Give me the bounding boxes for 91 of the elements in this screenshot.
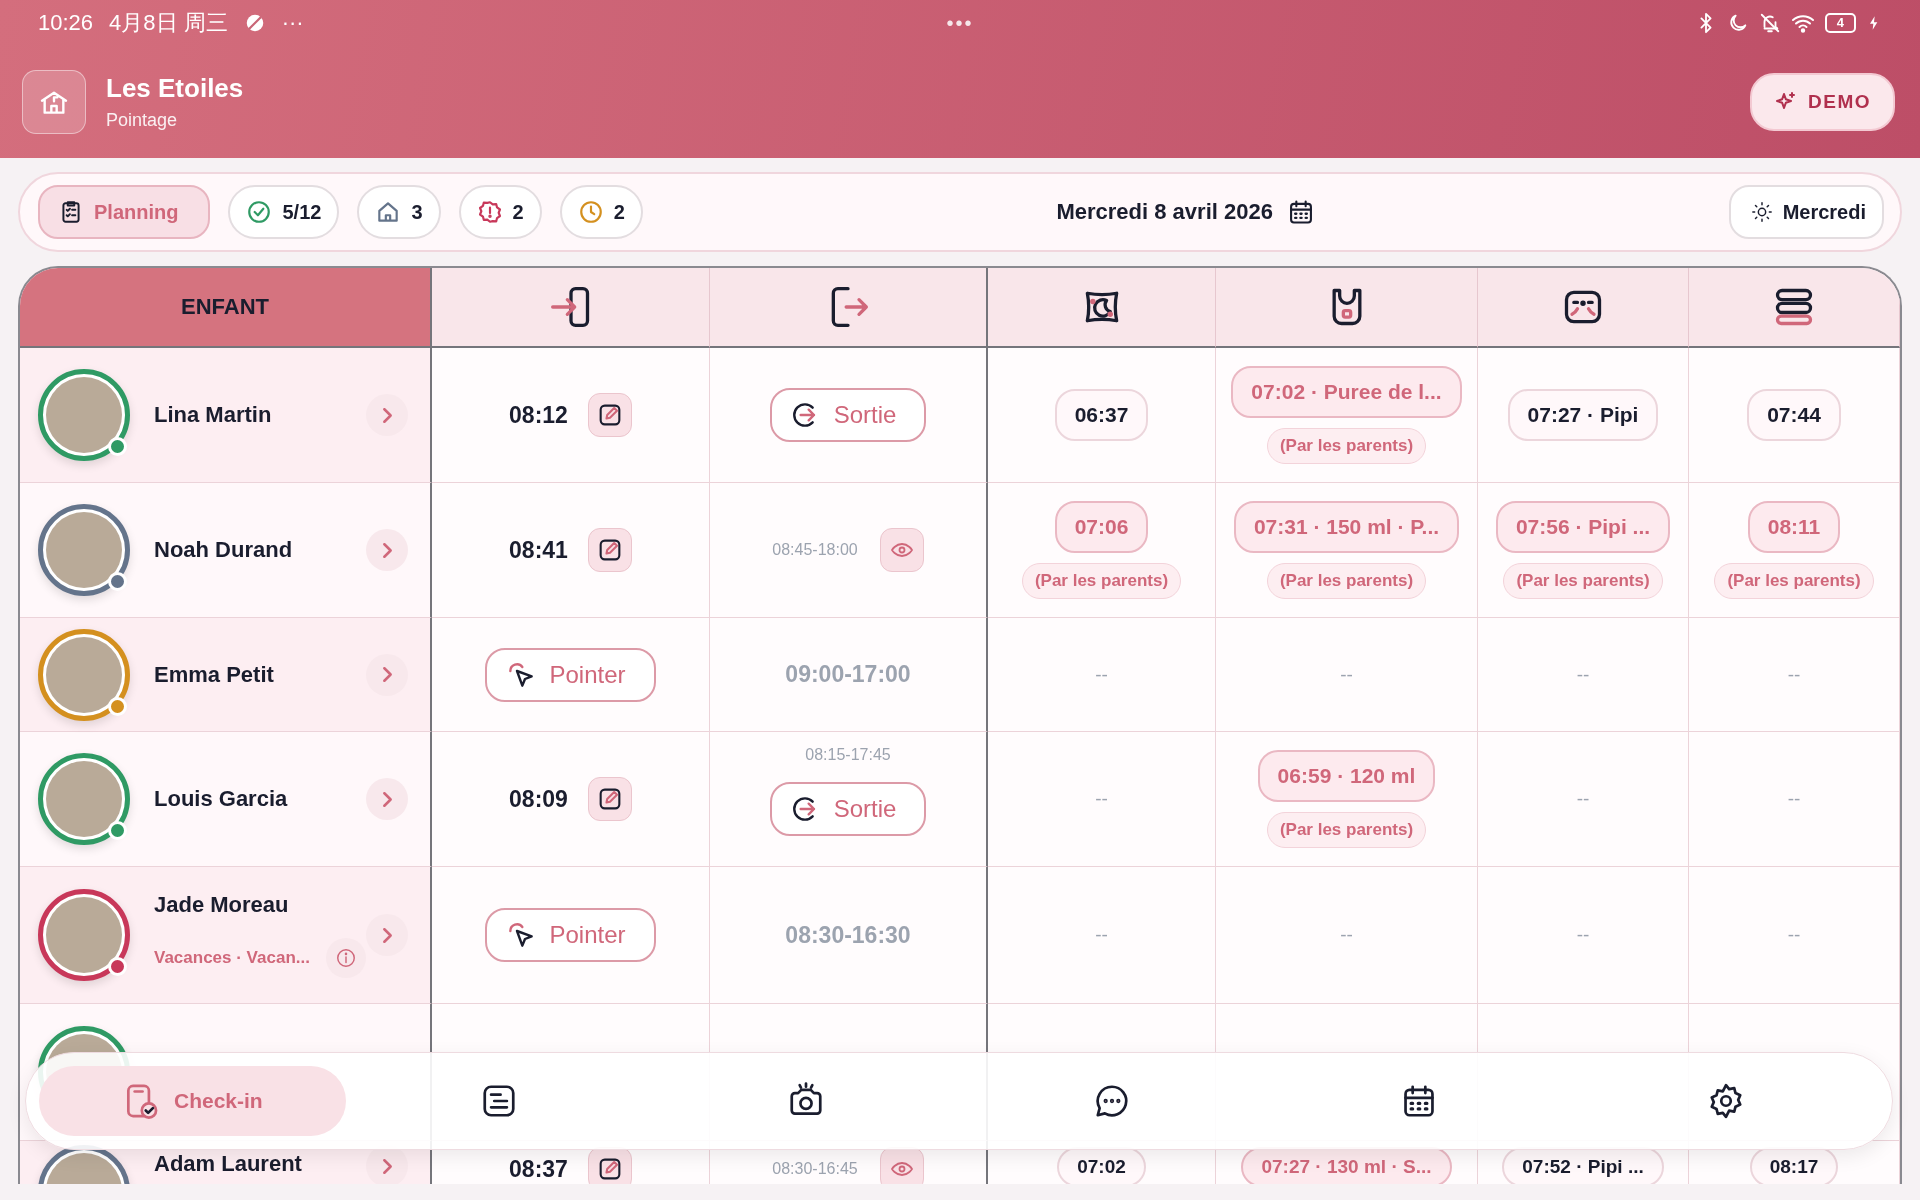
- arrival-time: 08:09: [509, 785, 568, 813]
- empty-value: --: [1095, 788, 1108, 810]
- activity-chip[interactable]: 07:27 · Pipi: [1507, 389, 1659, 441]
- activity-chip[interactable]: 07:06: [1054, 501, 1149, 553]
- alert-badge-icon: [476, 199, 503, 225]
- edit-button[interactable]: [587, 393, 632, 437]
- child-name: Adam Laurent: [154, 1151, 303, 1177]
- source-tag: (Par les parents): [1503, 563, 1663, 599]
- planned-hours: 09:00-17:00: [785, 661, 911, 688]
- check-out-button[interactable]: Sortie: [769, 782, 927, 836]
- status-dot: [108, 696, 127, 716]
- arrival-time: 08:41: [509, 536, 568, 564]
- source-tag: (Par les parents): [1714, 563, 1874, 599]
- open-child-button[interactable]: [366, 914, 408, 956]
- activity-chip[interactable]: 06:59 · 120 ml: [1257, 750, 1436, 802]
- source-tag: (Par les parents): [1266, 428, 1427, 464]
- check-out-button[interactable]: Sortie: [769, 388, 927, 442]
- check-circle-icon: [246, 199, 273, 225]
- day-button[interactable]: Mercredi: [1728, 185, 1884, 239]
- sun-icon: [1750, 201, 1773, 223]
- activity-chip[interactable]: 07:02 · Puree de l...: [1231, 366, 1462, 418]
- planned-hours: 08:45-18:00: [772, 541, 858, 559]
- empty-value: --: [1787, 924, 1801, 946]
- counter-chip[interactable]: 5/12: [228, 185, 340, 239]
- child-name: Noah Durand: [154, 537, 294, 563]
- edit-button[interactable]: [587, 528, 632, 572]
- notes-list-icon: [480, 1082, 518, 1120]
- empty-value: --: [1576, 663, 1590, 686]
- activity-chip[interactable]: 07:56 · Pipi ...: [1495, 501, 1671, 553]
- check-in-button[interactable]: Pointer: [485, 908, 656, 962]
- chevron-right-icon: [382, 667, 392, 682]
- app-subtitle: Pointage: [106, 110, 179, 131]
- child-name: Louis Garcia: [154, 786, 289, 812]
- activity-chip[interactable]: 08:11: [1747, 501, 1841, 553]
- app-title: Les Etoiles: [106, 73, 244, 104]
- chevron-right-icon: [382, 927, 392, 943]
- planned-hours: 08:30-16:45: [772, 1160, 858, 1178]
- open-child-button[interactable]: [366, 653, 408, 696]
- source-tag: (Par les parents): [1266, 812, 1427, 848]
- source-tag: (Par les parents): [1266, 563, 1427, 599]
- chevron-right-icon: [382, 407, 392, 423]
- open-child-button[interactable]: [366, 778, 408, 820]
- empty-value: --: [1095, 924, 1108, 946]
- empty-value: --: [1340, 663, 1353, 686]
- demo-button[interactable]: DEMO: [1750, 73, 1895, 131]
- planned-hours: 08:30-16:30: [785, 921, 911, 949]
- empty-value: --: [1787, 663, 1801, 686]
- planned-hours: 08:15-17:45: [805, 746, 891, 764]
- open-child-button[interactable]: [366, 529, 408, 571]
- open-child-button[interactable]: [366, 394, 408, 436]
- empty-value: --: [1576, 788, 1590, 810]
- battery-indicator: 4: [1824, 13, 1856, 33]
- absence-note: Vacances · Vacan...: [154, 948, 310, 968]
- activity-chip[interactable]: 06:37: [1054, 389, 1149, 441]
- chevron-right-icon: [382, 1158, 392, 1174]
- nav-tab[interactable]: Check-in: [39, 1066, 346, 1136]
- counter-chip[interactable]: 2: [559, 185, 643, 239]
- activity-chip[interactable]: 07:44: [1747, 389, 1841, 441]
- child-name: Emma Petit: [154, 661, 275, 688]
- planning-tab[interactable]: Planning: [38, 185, 211, 239]
- arrival-time: 08:37: [509, 1155, 568, 1183]
- window-handle-dots[interactable]: •••: [946, 11, 974, 35]
- edit-button[interactable]: [587, 777, 632, 821]
- status-more: ···: [281, 10, 304, 36]
- current-date: Mercredi 8 avril 2026: [1056, 199, 1273, 225]
- view-button[interactable]: [879, 528, 924, 572]
- status-date: 4月8日 周三: [109, 9, 228, 37]
- arrival-time: 08:12: [509, 401, 568, 429]
- info-button[interactable]: [325, 938, 366, 978]
- status-dot: [108, 437, 127, 456]
- check-in-button[interactable]: Pointer: [485, 647, 656, 702]
- status-dot: [108, 957, 127, 976]
- counter-chip[interactable]: 3: [357, 185, 441, 239]
- empty-value: --: [1340, 924, 1353, 946]
- column-header: ENFANT: [20, 268, 432, 348]
- empty-value: --: [1095, 663, 1108, 686]
- clock-icon: [577, 199, 604, 225]
- status-time: 10:26: [38, 10, 94, 36]
- source-tag: (Par les parents): [1021, 563, 1182, 599]
- empty-value: --: [1576, 924, 1590, 946]
- bell-off-icon: [1758, 12, 1781, 34]
- counter-chip[interactable]: 2: [458, 185, 542, 239]
- chevron-right-icon: [382, 542, 392, 558]
- child-name: Jade Moreau: [154, 892, 290, 918]
- child-name: Lina Martin: [154, 402, 273, 428]
- empty-value: --: [1787, 788, 1801, 810]
- activity-chip[interactable]: 07:31 · 150 ml · P...: [1233, 501, 1460, 553]
- info-icon: [334, 947, 357, 969]
- chevron-right-icon: [382, 791, 392, 807]
- status-dot: [108, 572, 127, 591]
- status-dot: [108, 821, 127, 840]
